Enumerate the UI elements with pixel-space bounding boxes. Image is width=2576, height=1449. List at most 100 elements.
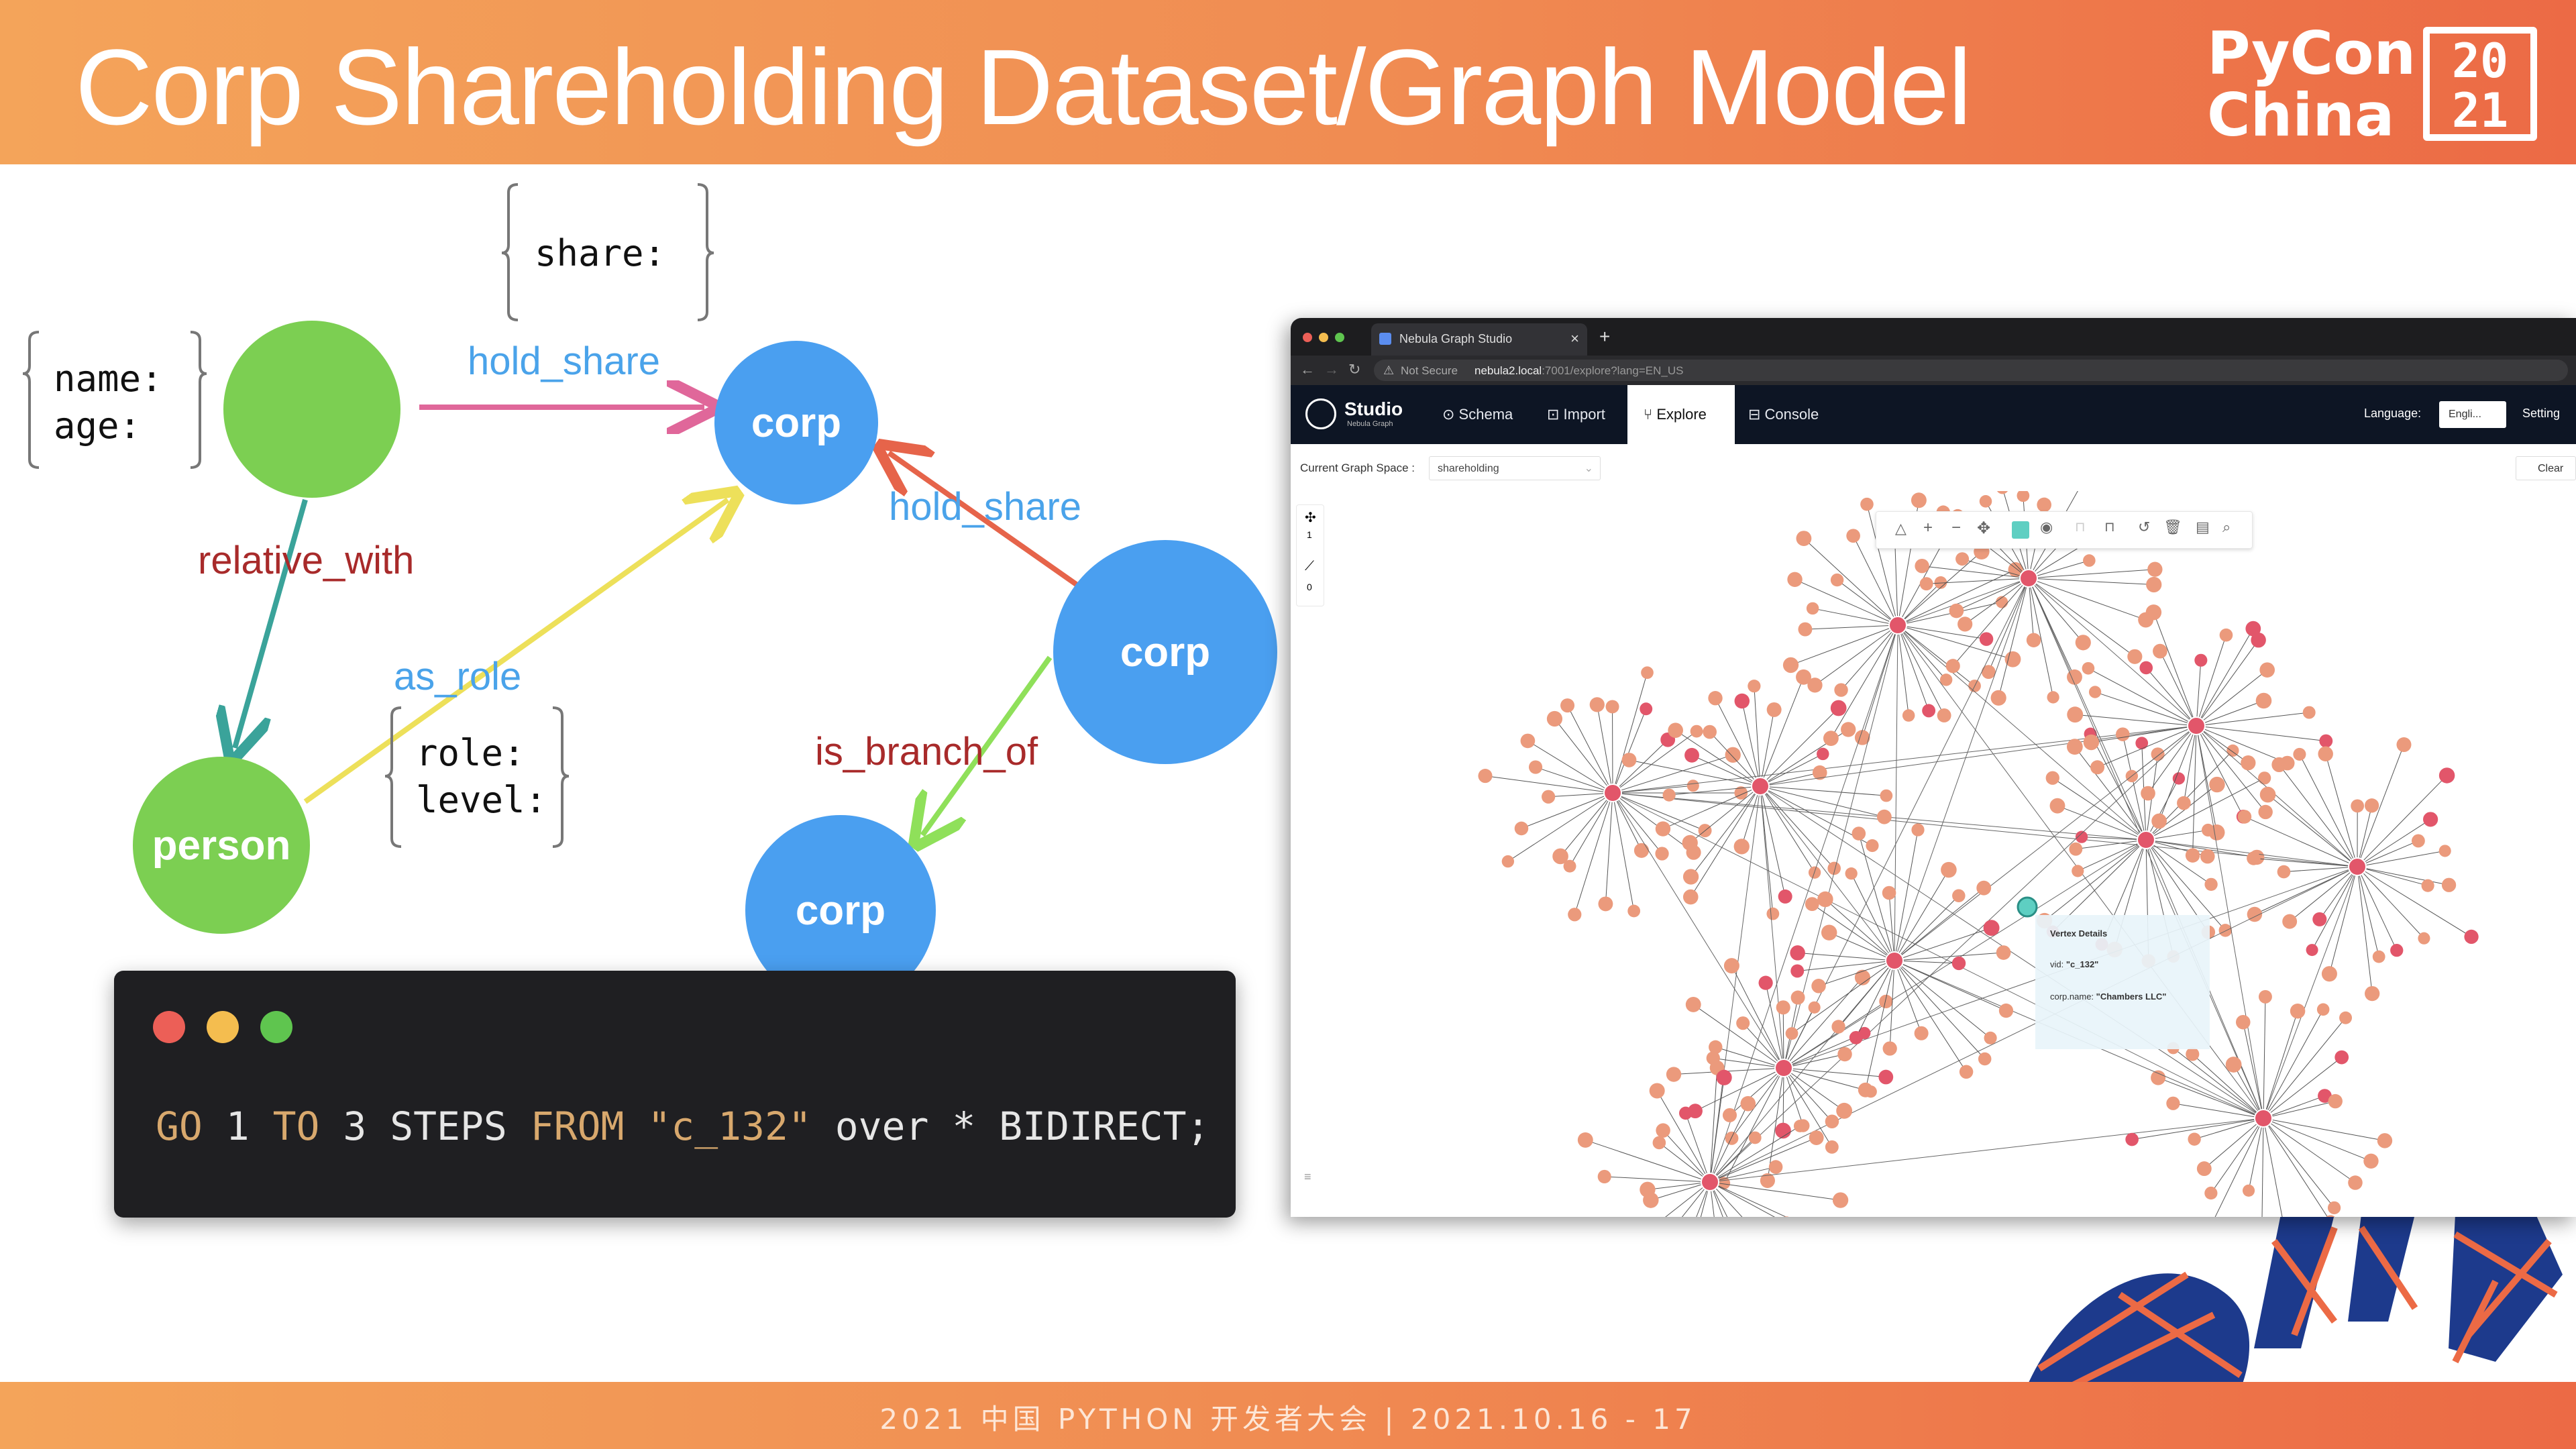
graph-vertex [2083,734,2100,751]
url-field[interactable]: ⚠ Not Secure nebula2.local:7001/explore?… [1374,360,2568,381]
graph-vertex [2139,661,2153,675]
graph-vertex [1605,700,1619,714]
clear-button[interactable]: Clear [2516,456,2576,480]
fit-view-icon[interactable]: ✥ [1977,519,1990,538]
person-node-top [223,321,400,498]
graph-vertex [1919,577,1933,591]
person-node-top-label: person [242,221,382,267]
export-icon[interactable]: ▤ [2196,519,2210,536]
graph-vertex [2372,950,2385,963]
graph-vertex [2088,686,2102,698]
graph-vertex [2258,989,2272,1004]
graph-vertex [2082,661,2095,675]
graph-vertex [2364,798,2379,813]
nav-schema[interactable]: ⊙ Schema [1442,385,1513,444]
graph-vertex [2219,628,2233,642]
graph-visualization[interactable] [1291,491,2576,1217]
graph-vertex [2259,662,2275,678]
graph-hub-vertex [2348,857,2367,876]
graph-vertex [1914,1026,1929,1040]
edge-label-relative-with: relative_with [198,539,415,582]
graph-vertex [1976,880,1992,896]
graph-vertex [1851,826,1866,841]
zoom-out-icon[interactable]: − [1951,519,1961,537]
graph-hub-vertex [1603,784,1622,802]
graph-hub-vertex [2019,569,2038,588]
graph-vertex [2151,1070,2166,1085]
color-picker-icon[interactable] [2012,521,2029,539]
graph-vertex [1832,1192,1849,1208]
graph-vertex [2259,786,2276,803]
corp-node-right-label: corp [1120,629,1211,676]
graph-vertex [2218,924,2233,937]
browser-minimize-dot[interactable] [1319,333,1328,342]
graph-vertex [2135,737,2149,750]
logo-year-box: 20 21 [2423,27,2537,141]
graph-vertex [1807,678,1823,693]
graph-vertex [1882,885,1896,900]
explore-canvas[interactable]: ✣ 1 ⟋ 0 ≡ △ + − ✥ ◉ ⊓ ⊓ ↺ 🗑 ▤ ⌕ Vertex D… [1291,491,2576,1217]
graph-vertex [1703,724,1717,739]
graph-vertex [2225,1057,2242,1073]
setting-menu[interactable]: Setting [2522,407,2560,421]
nav-console[interactable]: ⊟ Console [1748,385,1819,444]
browser-tab[interactable]: Nebula Graph Studio × [1371,323,1587,356]
graph-vertex [1790,945,1805,961]
graph-hub-vertex [2254,1109,2273,1128]
forward-arrow-icon[interactable]: → [1324,361,1339,378]
delete-icon[interactable]: 🗑 [2163,519,2182,536]
hide-icon[interactable]: ◉ [2040,519,2053,536]
new-tab-button[interactable]: + [1599,326,1610,347]
graph-vertex [2423,812,2438,827]
graph-vertex [1785,1027,1799,1040]
vertex-vid-row: vid: "c_132" [2050,959,2098,969]
graph-vertex [1984,1031,1997,1044]
back-arrow-icon[interactable]: ← [1300,361,1315,378]
graph-vertex [2166,1096,2180,1110]
undo-icon[interactable]: ↺ [2138,519,2150,536]
graph-space-select[interactable]: shareholding ⌄ [1429,456,1601,480]
graph-vertex [1690,724,1703,738]
browser-maximize-dot[interactable] [1335,333,1344,342]
graph-vertex [2302,706,2316,719]
graph-vertex [2327,1201,2341,1215]
graph-vertex [1809,1130,1824,1145]
graph-vertex [2069,842,2083,856]
decorative-pattern [2026,1214,2563,1389]
graph-vertex [1568,908,1582,922]
ngql-query: GO 1 TO 3 STEPS FROM "c_132" over * BIDI… [156,1104,1210,1149]
lock-icon[interactable]: ⊓ [2104,519,2115,535]
lock-disabled-icon: ⊓ [2075,520,2086,535]
code-window: GO 1 TO 3 STEPS FROM "c_132" over * BIDI… [114,971,1236,1218]
nav-import[interactable]: ⊡ Import [1547,385,1605,444]
graph-vertex [1949,603,1964,619]
graph-vertex [1941,861,1957,878]
reload-icon[interactable]: ↻ [1348,361,1360,378]
search-icon[interactable]: ⌕ [2222,519,2231,536]
browser-close-dot[interactable] [1303,333,1312,342]
graph-vertex [1778,889,1792,904]
code-keyword-from: FROM [530,1104,625,1149]
graph-vertex [1955,552,1970,566]
graph-vertex [2258,771,2271,785]
graph-vertex [1979,495,1992,508]
graph-vertex [1685,997,1701,1012]
graph-space-label: Current Graph Space : [1300,462,1415,474]
graph-vertex [2151,813,2167,829]
graph-vertex [2072,865,2084,877]
graph-vertex [2438,845,2451,857]
nav-explore[interactable]: ⑂ Explore [1627,385,1735,444]
graph-vertex [1776,1000,1790,1015]
tab-close-icon[interactable]: × [1570,330,1579,347]
language-select[interactable]: Engli... [2439,401,2506,428]
graph-vertex [1860,497,1874,511]
graph-vertex [2075,635,2091,651]
zoom-in-icon[interactable]: + [1923,519,1933,537]
graph-vertex [1959,1065,1974,1079]
graph-vertex [2251,632,2266,648]
graph-vertex [1686,780,1699,792]
graph-vertex [1922,704,1936,718]
layout-icon[interactable]: △ [1895,520,1907,537]
graph-vertex [1866,839,1879,853]
graph-vertex [2066,739,2083,755]
